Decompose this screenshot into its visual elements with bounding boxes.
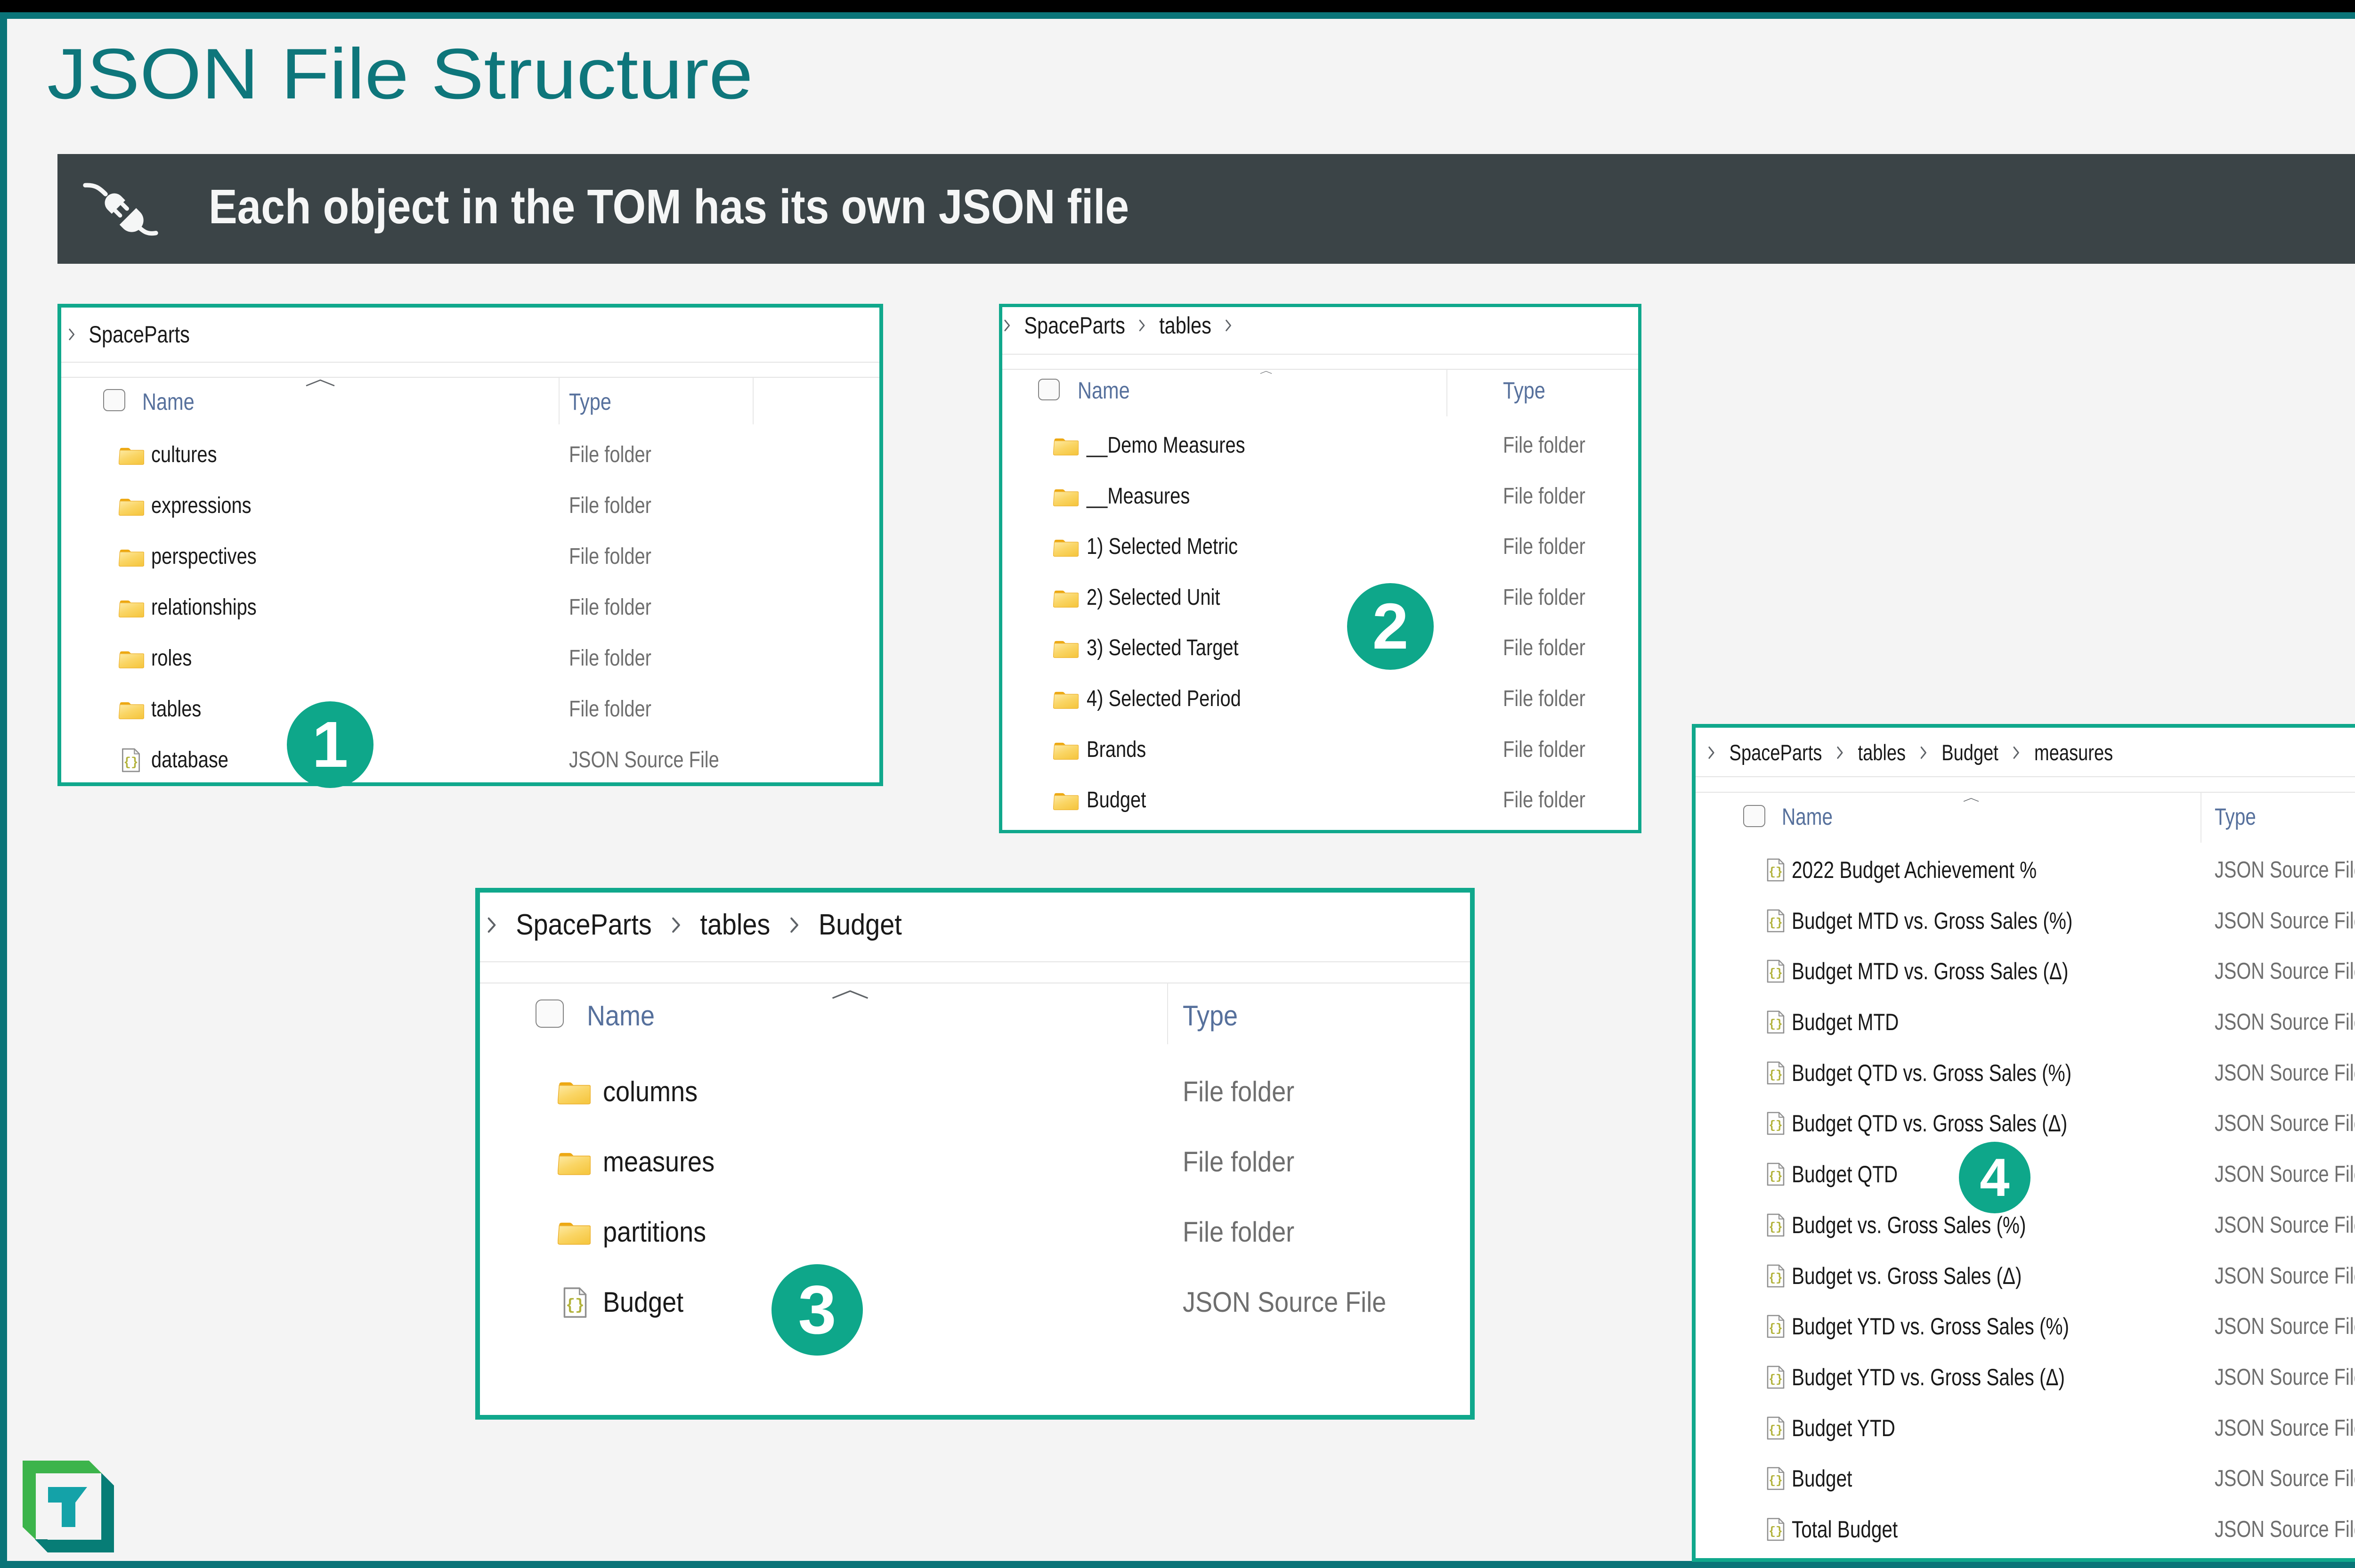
- svg-text:{}: {}: [1769, 916, 1783, 930]
- svg-text:{}: {}: [123, 755, 138, 769]
- svg-text:{}: {}: [1769, 967, 1783, 980]
- svg-text:{}: {}: [1769, 1017, 1783, 1031]
- svg-text:{}: {}: [1769, 1474, 1783, 1487]
- svg-text:{}: {}: [1769, 1322, 1783, 1335]
- svg-text:{}: {}: [1769, 1423, 1783, 1437]
- svg-text:{}: {}: [1769, 1170, 1783, 1183]
- svg-text:{}: {}: [1769, 1525, 1783, 1538]
- svg-text:{}: {}: [1769, 1119, 1783, 1132]
- svg-text:{}: {}: [566, 1296, 585, 1314]
- svg-text:{}: {}: [1769, 1220, 1783, 1234]
- svg-text:{}: {}: [1769, 1068, 1783, 1082]
- svg-text:{}: {}: [1769, 1271, 1783, 1285]
- svg-text:{}: {}: [1769, 1373, 1783, 1386]
- svg-text:{}: {}: [1769, 865, 1783, 879]
